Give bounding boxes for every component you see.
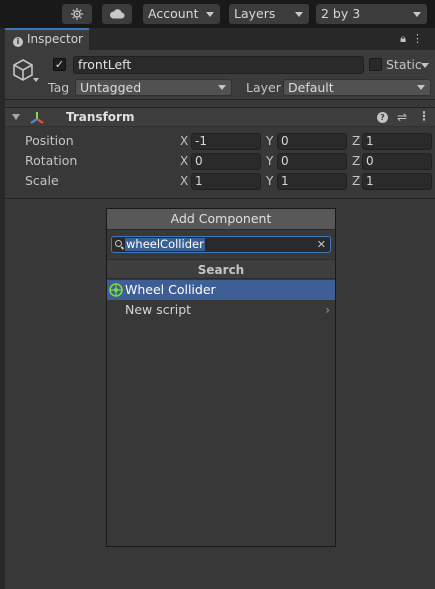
rotation-z-field[interactable]: 0 [362, 153, 432, 170]
position-z-field[interactable]: 1 [362, 133, 432, 150]
position-y-field[interactable]: 0 [277, 133, 347, 150]
clear-icon[interactable]: ✕ [317, 237, 326, 252]
layers-dropdown-label: Layers [234, 6, 276, 21]
rotation-y-axis: Y [266, 154, 274, 168]
scale-y-field[interactable]: 1 [277, 173, 347, 190]
add-component-title: Add Component [107, 209, 335, 230]
rotation-y-field[interactable]: 0 [277, 153, 347, 170]
scale-z-field[interactable]: 1 [362, 173, 432, 190]
scale-x-field[interactable]: 1 [191, 173, 261, 190]
layer-dropdown-value: Default [288, 80, 334, 95]
chevron-down-icon [295, 12, 303, 17]
static-checkbox[interactable] [369, 58, 382, 71]
list-item-new-script[interactable]: New script › [107, 300, 335, 320]
rotation-x-axis: X [180, 154, 189, 168]
top-toolbar: Account Layers 2 by 3 [0, 0, 435, 28]
scale-z-axis: Z [352, 174, 361, 188]
static-dropdown-arrow[interactable] [421, 63, 429, 68]
help-icon[interactable]: ? [377, 112, 388, 123]
scale-y-axis: Y [266, 174, 274, 188]
object-header: ✓ frontLeft Static Tag Untagged Layer De… [5, 50, 435, 100]
tab-bar: i Inspector 🔒︎⋮ [5, 28, 435, 50]
search-icon [115, 240, 122, 247]
layers-dropdown[interactable]: Layers [229, 4, 309, 24]
scale-x-axis: X [180, 174, 189, 188]
more-icon[interactable]: ⋮ [418, 109, 430, 123]
tag-label: Tag [48, 80, 70, 95]
search-input-value[interactable]: wheelCollider [125, 238, 205, 251]
search-results-header: Search [107, 259, 335, 279]
list-item-wheel-collider[interactable]: Wheel Collider [107, 280, 335, 300]
layer-label: Layer [246, 80, 281, 95]
cloud-button[interactable] [102, 4, 132, 24]
account-dropdown-label: Account [148, 6, 199, 21]
rotation-z-axis: Z [352, 154, 361, 168]
chevron-down-icon [417, 85, 425, 90]
tag-dropdown[interactable]: Untagged [75, 79, 232, 96]
wheel-collider-icon [109, 283, 123, 297]
info-icon: i [13, 37, 23, 47]
transform-title: Transform [66, 110, 135, 124]
active-checkbox[interactable]: ✓ [53, 58, 66, 71]
static-label: Static [386, 57, 422, 72]
chevron-right-icon: › [325, 303, 330, 317]
preset-icon[interactable]: ⇌ [397, 110, 407, 124]
layer-dropdown[interactable]: Default [283, 79, 431, 96]
scale-label: Scale [25, 173, 59, 188]
list-item-label: New script [125, 302, 192, 317]
position-y-axis: Y [266, 134, 274, 148]
tag-dropdown-value: Untagged [80, 80, 142, 95]
position-x-field[interactable]: -1 [191, 133, 261, 150]
component-divider [5, 198, 435, 199]
fold-arrow-icon[interactable] [12, 114, 20, 120]
layout-dropdown[interactable]: 2 by 3 [316, 4, 427, 24]
rotation-label: Rotation [25, 153, 78, 168]
tab-inspector-label: Inspector [27, 32, 83, 46]
transform-axes-icon [30, 112, 44, 124]
collab-icon [71, 8, 83, 20]
account-dropdown[interactable]: Account [143, 4, 220, 24]
list-item-label: Wheel Collider [125, 282, 216, 297]
object-name-field[interactable]: frontLeft [73, 56, 364, 74]
tab-tools: 🔒︎⋮ [400, 32, 429, 46]
component-search-input[interactable]: wheelCollider ✕ [111, 236, 331, 253]
transform-header[interactable]: Transform ? ⇌ ⋮ [5, 107, 435, 127]
position-z-axis: Z [352, 134, 361, 148]
chevron-down-icon [206, 12, 214, 17]
position-label: Position [25, 133, 74, 148]
icon-dropdown-arrow[interactable] [33, 78, 39, 82]
rotation-x-field[interactable]: 0 [191, 153, 261, 170]
tab-inspector[interactable]: i Inspector [5, 28, 89, 50]
position-x-axis: X [180, 134, 189, 148]
menu-icon[interactable]: ⋮ [412, 32, 429, 45]
collab-button[interactable] [62, 4, 92, 24]
lock-icon[interactable]: 🔒︎ [400, 32, 412, 45]
chevron-down-icon [413, 12, 421, 17]
inspector-panel: i Inspector 🔒︎⋮ ✓ frontLeft Static Tag Un… [5, 28, 435, 589]
chevron-down-icon [218, 85, 226, 90]
layout-dropdown-label: 2 by 3 [321, 6, 361, 21]
add-component-popup: Add Component wheelCollider ✕ Search Whe… [106, 208, 336, 547]
cloud-icon [110, 9, 125, 19]
